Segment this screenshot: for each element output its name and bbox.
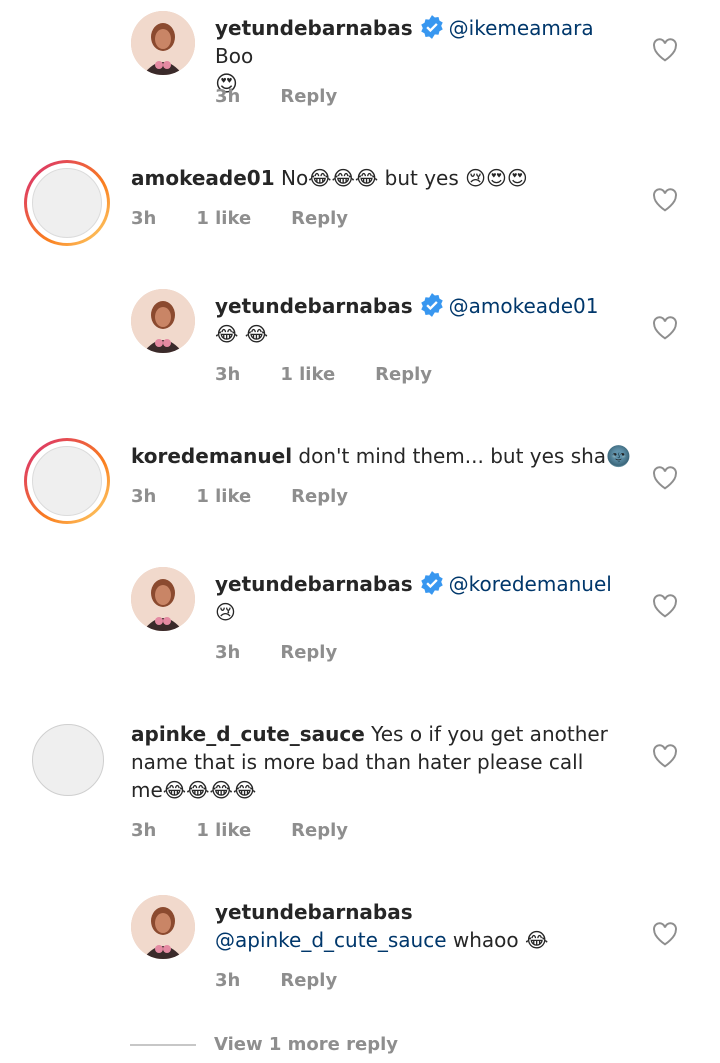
username[interactable]: yetundebarnabas bbox=[215, 572, 413, 596]
avatar-story-ring[interactable] bbox=[24, 160, 110, 246]
verified-badge-icon bbox=[420, 15, 443, 39]
comment-text: yetundebarnabas @koredemanuel 😢 bbox=[215, 570, 615, 626]
reply-button[interactable]: Reply bbox=[291, 820, 348, 841]
username[interactable]: apinke_d_cute_sauce bbox=[131, 722, 365, 746]
comment-body: No😂😂😂 but yes 😢😍😍 bbox=[274, 166, 528, 190]
reply-button[interactable]: Reply bbox=[280, 86, 337, 107]
comment-body: don't mind them... but yes sha🌚 bbox=[292, 444, 631, 468]
avatar[interactable] bbox=[131, 289, 195, 353]
comment-body: 😢 bbox=[215, 600, 236, 624]
timestamp: 3h bbox=[131, 208, 157, 229]
like-heart-icon[interactable] bbox=[652, 594, 678, 618]
comment-body: 😂 😂 bbox=[215, 322, 269, 346]
avatar-story-ring[interactable] bbox=[24, 438, 110, 524]
username[interactable]: yetundebarnabas bbox=[215, 16, 413, 40]
mention-link[interactable]: @koredemanuel bbox=[449, 572, 612, 596]
username[interactable]: yetundebarnabas bbox=[215, 900, 413, 924]
like-heart-icon[interactable] bbox=[652, 316, 678, 340]
like-count[interactable]: 1 like bbox=[196, 820, 251, 841]
username[interactable]: yetundebarnabas bbox=[215, 294, 413, 318]
comment-text: yetundebarnabas @amokeade01 😂 😂 bbox=[215, 292, 615, 348]
verified-badge-icon bbox=[420, 571, 443, 595]
mention-link[interactable]: @apinke_d_cute_sauce bbox=[215, 928, 447, 952]
timestamp: 3h bbox=[215, 642, 241, 663]
view-more-label[interactable]: View 1 more reply bbox=[214, 1034, 398, 1055]
verified-badge-icon bbox=[420, 293, 443, 317]
avatar[interactable] bbox=[32, 724, 104, 796]
comment-body: Boo bbox=[215, 44, 254, 68]
mention-link[interactable]: @ikemeamara bbox=[449, 16, 594, 40]
like-count[interactable]: 1 like bbox=[196, 486, 251, 507]
like-heart-icon[interactable] bbox=[652, 922, 678, 946]
reply-button[interactable]: Reply bbox=[375, 364, 432, 385]
like-heart-icon[interactable] bbox=[652, 466, 678, 490]
like-heart-icon[interactable] bbox=[652, 38, 678, 62]
timestamp: 3h bbox=[215, 970, 241, 991]
timestamp: 3h bbox=[131, 820, 157, 841]
comment-text: apinke_d_cute_sauce Yes o if you get ano… bbox=[131, 720, 621, 804]
comment-body: whaoo 😂 bbox=[446, 928, 549, 952]
timestamp: 3h bbox=[215, 364, 241, 385]
timestamp: 3h bbox=[215, 86, 241, 107]
timestamp: 3h bbox=[131, 486, 157, 507]
like-count[interactable]: 1 like bbox=[196, 208, 251, 229]
like-count[interactable]: 1 like bbox=[280, 364, 335, 385]
mention-link[interactable]: @amokeade01 bbox=[449, 294, 599, 318]
divider bbox=[130, 1043, 196, 1046]
like-heart-icon[interactable] bbox=[652, 744, 678, 768]
view-more-replies[interactable]: View 1 more reply bbox=[130, 1034, 398, 1055]
avatar[interactable] bbox=[131, 567, 195, 631]
comment-text: amokeade01 No😂😂😂 but yes 😢😍😍 bbox=[131, 164, 631, 192]
username[interactable]: amokeade01 bbox=[131, 166, 275, 190]
comment-text: yetundebarnabas @apinke_d_cute_sauce whao… bbox=[215, 898, 615, 954]
reply-button[interactable]: Reply bbox=[280, 970, 337, 991]
avatar[interactable] bbox=[131, 11, 195, 75]
reply-button[interactable]: Reply bbox=[291, 208, 348, 229]
like-heart-icon[interactable] bbox=[652, 188, 678, 212]
reply-button[interactable]: Reply bbox=[291, 486, 348, 507]
avatar[interactable] bbox=[131, 895, 195, 959]
reply-button[interactable]: Reply bbox=[280, 642, 337, 663]
comment-text: koredemanuel don't mind them... but yes … bbox=[131, 442, 631, 470]
username[interactable]: koredemanuel bbox=[131, 444, 292, 468]
